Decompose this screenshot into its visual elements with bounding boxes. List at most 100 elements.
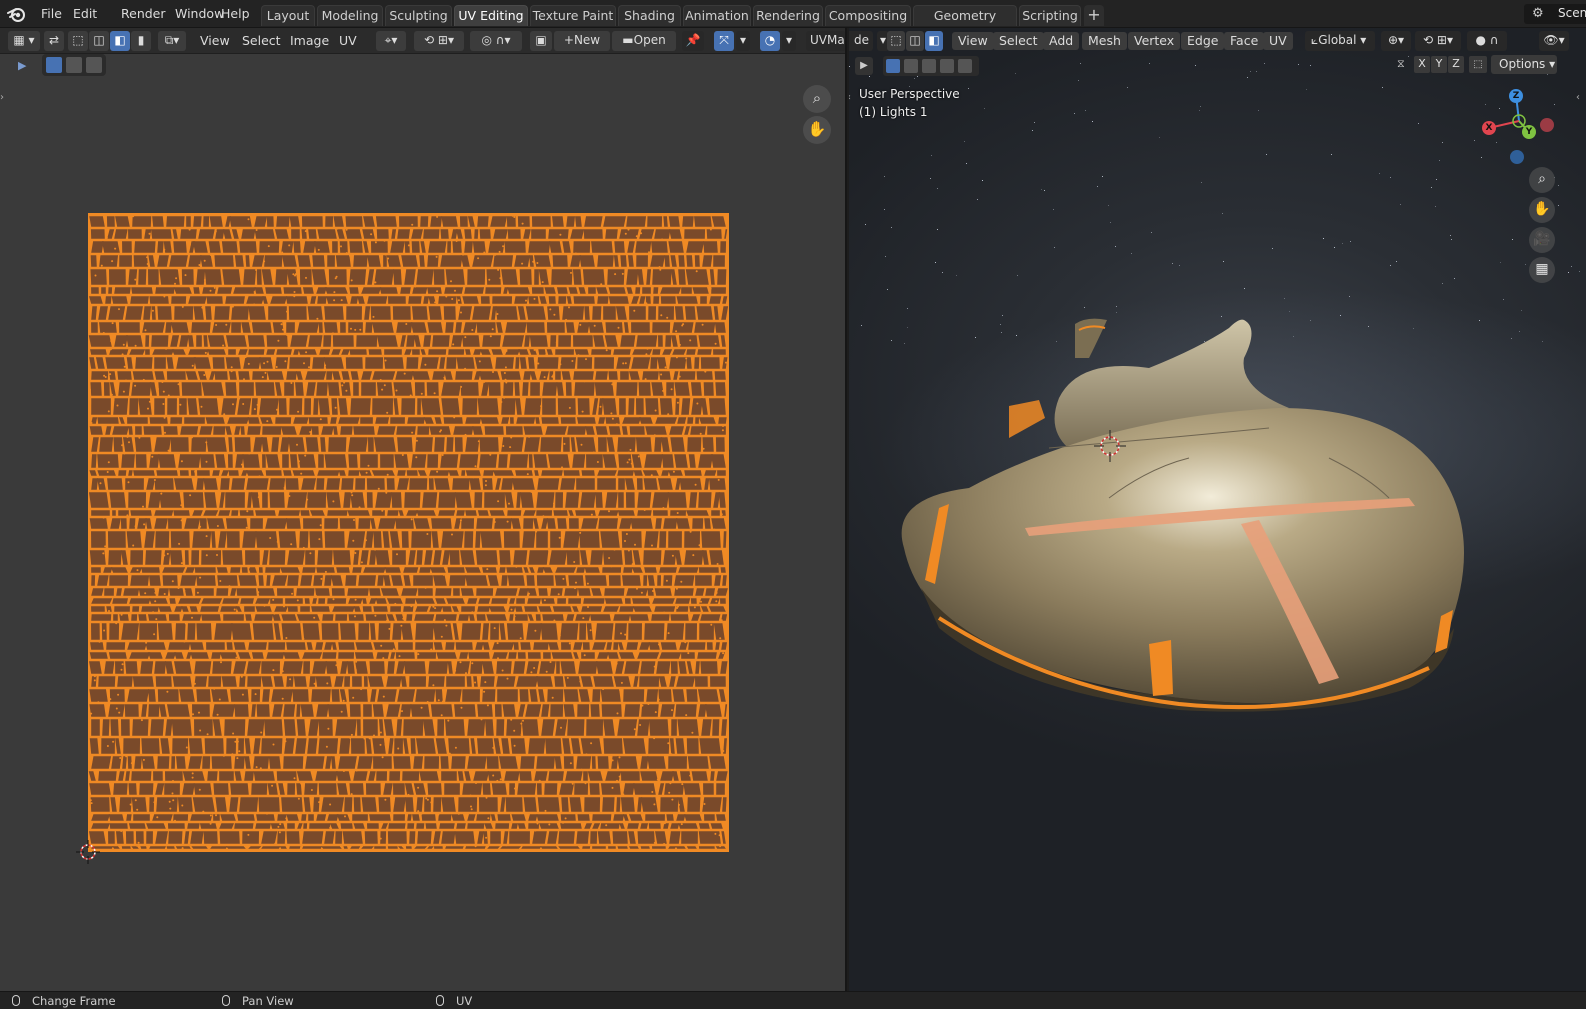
zoom-icon[interactable]: ⌕ bbox=[803, 85, 831, 113]
vp-collapse-icon[interactable]: ‹ bbox=[849, 92, 851, 103]
gizmo-icon[interactable]: ⤧ bbox=[714, 31, 734, 51]
vp-select-extend-icon[interactable] bbox=[904, 59, 918, 73]
uv-menu-uv[interactable]: UV bbox=[335, 32, 361, 50]
menu-help[interactable]: Help bbox=[216, 5, 255, 23]
expand-toolbar-icon[interactable]: › bbox=[0, 92, 4, 103]
orientation-label: Global bbox=[1318, 33, 1357, 47]
vp-menu-select[interactable]: Select bbox=[993, 32, 1044, 50]
gizmo-y-icon[interactable]: Y bbox=[1522, 125, 1536, 139]
tab-geometry-nodes[interactable]: Geometry Nodes bbox=[913, 5, 1017, 43]
menu-file[interactable]: File bbox=[36, 5, 67, 23]
vp-proportional-icon[interactable]: ● ∩ bbox=[1467, 31, 1507, 51]
mirror-x-button[interactable]: X bbox=[1414, 56, 1430, 73]
options-label: Options bbox=[1499, 57, 1546, 71]
sync-selection-icon[interactable]: ⇄ bbox=[44, 31, 64, 51]
vp-hand-pan-icon[interactable]: ✋ bbox=[1529, 197, 1555, 223]
select-extend-icon[interactable] bbox=[66, 57, 82, 73]
tab-animation[interactable]: Animation bbox=[683, 5, 751, 26]
mouse-icon bbox=[222, 995, 230, 1006]
vp-menu-mesh[interactable]: Mesh bbox=[1082, 32, 1127, 50]
options-dropdown[interactable]: Options ▾ bbox=[1491, 55, 1557, 74]
editor-type-icon[interactable]: ▦ ▾ bbox=[8, 31, 40, 51]
menu-render[interactable]: Render bbox=[116, 5, 171, 23]
gizmo-z-icon[interactable]: Z bbox=[1509, 89, 1523, 103]
vp-face-select-icon[interactable]: ◧ bbox=[925, 31, 943, 51]
mouse-icon bbox=[12, 995, 20, 1006]
vp-select-invert-icon[interactable] bbox=[940, 59, 954, 73]
select-box-icon[interactable] bbox=[46, 57, 62, 73]
mirror-y-button[interactable]: Y bbox=[1431, 56, 1447, 73]
menu-edit[interactable]: Edit bbox=[68, 5, 102, 23]
pivot-point-icon[interactable]: ⊕▾ bbox=[1381, 31, 1411, 51]
add-workspace-button[interactable]: + bbox=[1084, 5, 1104, 26]
blender-logo-icon[interactable] bbox=[6, 5, 28, 23]
vp-menu-vertex[interactable]: Vertex bbox=[1128, 32, 1181, 50]
vp-vertex-select-icon[interactable]: ⬚ bbox=[887, 31, 905, 51]
transform-orientation-selector[interactable]: ⟀ Global ▾ bbox=[1305, 31, 1375, 51]
vp-snap-icon[interactable]: ⟲ ⊞▾ bbox=[1415, 31, 1461, 51]
gizmo-x-icon[interactable]: X bbox=[1482, 121, 1496, 135]
overlay-dropdown[interactable]: ▾ bbox=[782, 31, 796, 51]
tab-sculpting[interactable]: Sculpting bbox=[385, 5, 452, 26]
camera-icon[interactable]: 🎥 bbox=[1529, 227, 1555, 253]
proportional-icon[interactable]: ◎ ∩▾ bbox=[470, 31, 522, 51]
open-image-button[interactable]: ▬ Open bbox=[612, 31, 676, 51]
edge-select-icon[interactable]: ◫ bbox=[89, 31, 109, 51]
top-bar: File Edit Render Window Help Layout Mode… bbox=[0, 0, 1586, 43]
island-select-icon[interactable]: ▮ bbox=[131, 31, 151, 51]
vertex-select-icon[interactable]: ⬚ bbox=[68, 31, 88, 51]
tab-modeling[interactable]: Modeling bbox=[317, 5, 383, 26]
hand-pan-icon[interactable]: ✋ bbox=[803, 116, 831, 144]
new-image-button[interactable]: + New bbox=[554, 31, 610, 51]
tab-texture-paint[interactable]: Texture Paint bbox=[530, 5, 616, 26]
vp-select-tool-icon[interactable]: ▶ bbox=[855, 57, 873, 75]
open-image-label: Open bbox=[633, 33, 666, 47]
select-subtract-icon[interactable] bbox=[86, 57, 102, 73]
vp-select-subtract-icon[interactable] bbox=[922, 59, 936, 73]
uv-islands-canvas[interactable] bbox=[88, 213, 729, 852]
uv-sync-icon[interactable]: ⬚ bbox=[1469, 56, 1487, 73]
status-uv: UV bbox=[436, 993, 472, 1009]
tab-shading[interactable]: Shading bbox=[618, 5, 681, 26]
visibility-icon[interactable]: 👁▾ bbox=[1539, 31, 1569, 51]
tab-compositing[interactable]: Compositing bbox=[825, 5, 911, 26]
vp-select-intersect-icon[interactable] bbox=[958, 59, 972, 73]
mode-selector[interactable]: de bbox=[849, 31, 873, 51]
uv-editor[interactable]: ▦ ▾ ⇄ ⬚ ◫ ◧ ▮ ⧉▾ View Select Image UV ⌖▾… bbox=[0, 28, 847, 991]
vp-sidebar-toggle-icon[interactable]: ‹ bbox=[1576, 92, 1580, 103]
uvmap-selector[interactable]: UVMa bbox=[806, 31, 845, 51]
pin-icon[interactable]: 📌 bbox=[682, 31, 704, 51]
vp-zoom-icon[interactable]: ⌕ bbox=[1529, 167, 1555, 193]
uv-menu-image[interactable]: Image bbox=[286, 32, 333, 50]
sticky-select-icon[interactable]: ⧉▾ bbox=[158, 31, 186, 51]
uv-menu-view[interactable]: View bbox=[196, 32, 234, 50]
face-select-icon[interactable]: ◧ bbox=[110, 31, 130, 51]
gizmo-dropdown[interactable]: ▾ bbox=[736, 31, 750, 51]
vp-menu-edge[interactable]: Edge bbox=[1181, 32, 1225, 50]
tab-layout[interactable]: Layout bbox=[261, 5, 315, 26]
uv-menu-select[interactable]: Select bbox=[238, 32, 285, 50]
vp-menu-add[interactable]: Add bbox=[1043, 32, 1080, 50]
vp-edge-select-icon[interactable]: ◫ bbox=[906, 31, 924, 51]
mirror-icon[interactable]: ⧖ bbox=[1397, 57, 1405, 71]
vp-select-mode-bar bbox=[883, 56, 979, 76]
tab-uv-editing[interactable]: UV Editing bbox=[454, 5, 528, 26]
3d-viewport[interactable]: de ▾ ⬚ ◫ ◧ View Select Add Mesh Vertex E… bbox=[849, 28, 1586, 991]
image-browse-icon[interactable]: ▣ bbox=[530, 31, 552, 51]
pivot-icon[interactable]: ⌖▾ bbox=[376, 31, 406, 51]
status-bar: Change Frame Pan View UV bbox=[0, 991, 1586, 1009]
mirror-z-button[interactable]: Z bbox=[1448, 56, 1464, 73]
snap-icon[interactable]: ⟲ ⊞▾ bbox=[414, 31, 464, 51]
spaceship-model[interactable] bbox=[849, 28, 1586, 991]
tab-rendering[interactable]: Rendering bbox=[753, 5, 823, 26]
grid-ortho-icon[interactable]: ▦ bbox=[1529, 257, 1555, 283]
vp-menu-view[interactable]: View bbox=[952, 32, 994, 50]
overlay-icon[interactable]: ◔ bbox=[760, 31, 780, 51]
tab-scripting[interactable]: Scripting bbox=[1019, 5, 1081, 26]
vp-select-set-icon[interactable] bbox=[886, 59, 900, 73]
perspective-label: User Perspective bbox=[859, 87, 960, 101]
vp-menu-face[interactable]: Face bbox=[1224, 32, 1265, 50]
select-tool-icon[interactable]: ▶ bbox=[18, 59, 26, 72]
status-change-frame-label: Change Frame bbox=[32, 994, 116, 1008]
vp-menu-uv[interactable]: UV bbox=[1263, 32, 1293, 50]
